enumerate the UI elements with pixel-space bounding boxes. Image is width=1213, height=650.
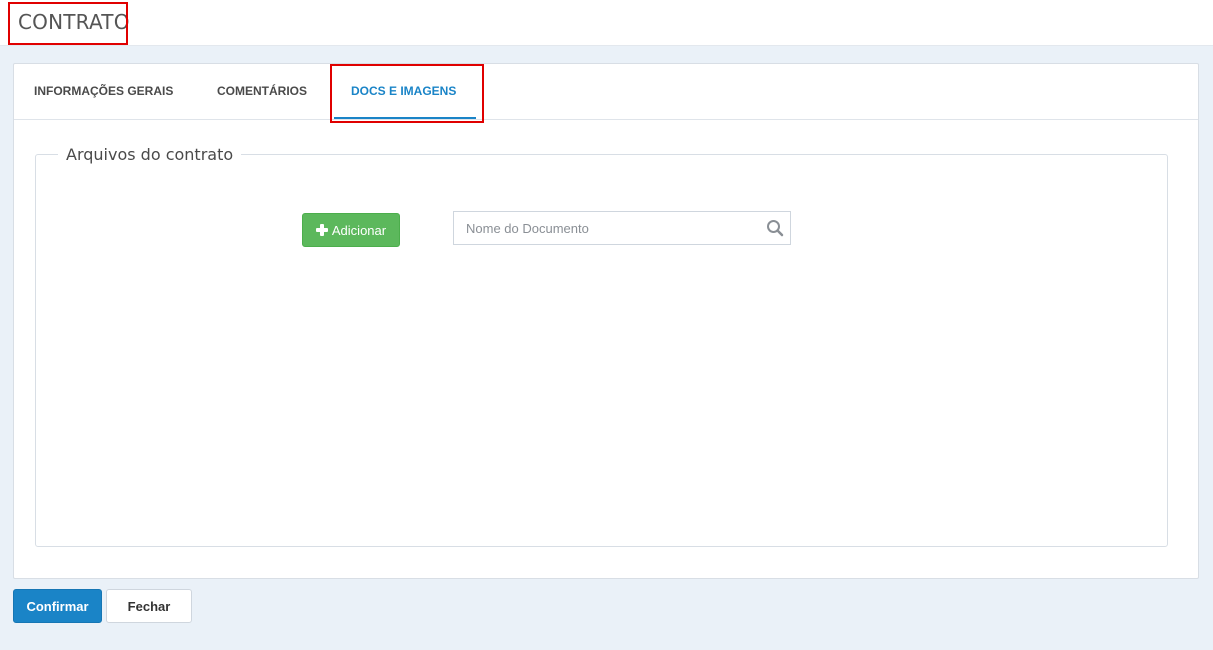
tab-comentarios[interactable]: COMENTÁRIOS [217,64,307,120]
add-button-label: Adicionar [331,222,387,238]
active-tab-indicator [334,117,476,119]
document-name-search-input[interactable] [454,212,762,244]
tab-informacoes-gerais[interactable]: INFORMAÇÕES GERAIS [34,64,173,120]
files-legend: Arquivos do contrato [58,145,242,164]
confirm-button[interactable]: Confirmar [13,589,102,623]
page-title: CONTRATO [18,10,130,34]
add-document-button[interactable]: Adicionar [302,213,400,247]
page-header: CONTRATO [0,0,1213,46]
files-fieldset: Arquivos do contrato Adicionar [35,145,1168,547]
document-search-group [453,211,791,245]
contract-card: INFORMAÇÕES GERAIS COMENTÁRIOS DOCS E IM… [13,63,1199,579]
search-icon[interactable] [766,219,784,237]
tab-bar: INFORMAÇÕES GERAIS COMENTÁRIOS DOCS E IM… [14,64,1198,120]
plus-icon [315,224,328,236]
close-button[interactable]: Fechar [106,589,192,623]
tab-docs-e-imagens[interactable]: DOCS E IMAGENS [351,64,456,120]
